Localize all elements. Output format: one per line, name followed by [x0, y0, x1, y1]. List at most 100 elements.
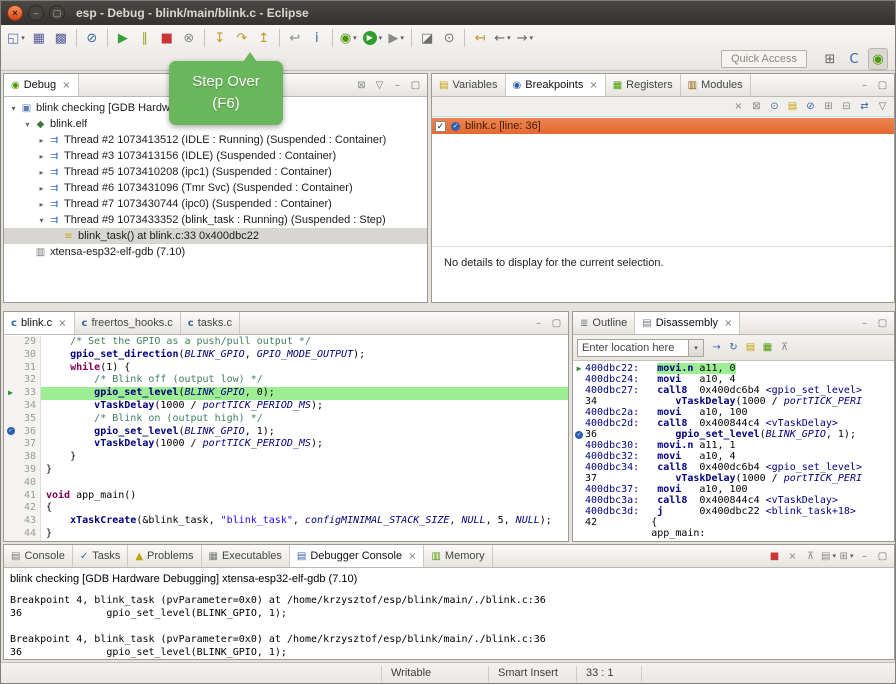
disconnect-icon[interactable]: ⊗: [179, 27, 199, 49]
disassembly-row[interactable]: 400dbc30: movi.n a11, 1: [573, 440, 894, 451]
annotation-margin[interactable]: [4, 438, 17, 451]
window-minimize-icon[interactable]: –: [28, 5, 44, 21]
search-icon[interactable]: ⊙: [439, 27, 459, 49]
disassembly-row[interactable]: 37 vTaskDelay(1000 / portTICK_PERI: [573, 473, 894, 484]
remove-breakpoint-icon[interactable]: ×: [730, 98, 747, 115]
window-close-icon[interactable]: ×: [7, 5, 23, 21]
dropdown-arrow-icon[interactable]: ▾: [832, 552, 836, 560]
dropdown-arrow-icon[interactable]: ▾: [507, 34, 511, 42]
quick-access-input[interactable]: Quick Access: [721, 50, 807, 68]
tab-variables[interactable]: ▤Variables: [432, 74, 506, 96]
line-number[interactable]: 39: [17, 464, 41, 477]
remove-console-icon[interactable]: ×: [784, 548, 801, 565]
maximize-icon[interactable]: ▢: [407, 77, 424, 94]
line-number[interactable]: 41: [17, 490, 41, 503]
annotation-margin[interactable]: [4, 362, 17, 375]
code-line[interactable]: ✓36 gpio_set_level(BLINK_GPIO, 1);: [4, 426, 568, 439]
open-console-icon[interactable]: ⊞▾: [838, 548, 855, 565]
disassembly-row[interactable]: 400dbc24: movi a10, 4: [573, 374, 894, 385]
suspend-icon[interactable]: ∥: [135, 27, 155, 49]
code-line[interactable]: 43 xTaskCreate(&blink_task, "blink_task"…: [4, 515, 568, 528]
code-line[interactable]: 42{: [4, 502, 568, 515]
forward-icon[interactable]: →▾: [515, 27, 535, 49]
tab-tasks[interactable]: ✓Tasks: [73, 545, 129, 567]
view-menu-icon[interactable]: ▽: [874, 98, 891, 115]
tab-tasks-c[interactable]: ctasks.c: [181, 312, 240, 334]
line-number[interactable]: 43: [17, 515, 41, 528]
tab-executables[interactable]: ▦Executables: [202, 545, 290, 567]
minimize-icon[interactable]: –: [856, 548, 873, 565]
collapse-arrow-icon[interactable]: ▾: [8, 104, 19, 113]
maximize-icon[interactable]: ▢: [548, 315, 565, 332]
expand-arrow-icon[interactable]: ▸: [36, 136, 47, 145]
minimize-icon[interactable]: –: [530, 315, 547, 332]
show-source-icon[interactable]: ▤: [742, 339, 759, 356]
code-line[interactable]: 39}: [4, 464, 568, 477]
save-icon[interactable]: ▦: [29, 27, 49, 49]
disassembly-row[interactable]: 42 {: [573, 517, 894, 528]
step-over-icon[interactable]: ↷: [232, 27, 252, 49]
code-line[interactable]: 34 vTaskDelay(1000 / portTICK_PERIOD_MS)…: [4, 400, 568, 413]
annotation-margin[interactable]: [4, 336, 17, 349]
code-line[interactable]: 40: [4, 477, 568, 490]
line-number[interactable]: 38: [17, 451, 41, 464]
code-line[interactable]: 41void app_main(): [4, 490, 568, 503]
dropdown-arrow-icon[interactable]: ▾: [530, 34, 534, 42]
annotation-margin[interactable]: [4, 451, 17, 464]
line-number[interactable]: 44: [17, 528, 41, 541]
breakpoint-icon[interactable]: ✓: [4, 426, 17, 439]
maximize-icon[interactable]: ▢: [874, 77, 891, 94]
line-number[interactable]: 35: [17, 413, 41, 426]
annotation-margin[interactable]: [4, 413, 17, 426]
debug-tree-row[interactable]: ≡blink_task() at blink.c:33 0x400dbc22: [4, 228, 427, 244]
expand-arrow-icon[interactable]: ▸: [36, 152, 47, 161]
show-breakpoints-supported-icon[interactable]: ⊙: [766, 98, 783, 115]
resume-icon[interactable]: ▶: [113, 27, 133, 49]
collapse-arrow-icon[interactable]: ▾: [22, 120, 33, 129]
disassembly-row[interactable]: 400dbc27: call8 0x400dc6b4 <gpio_set_lev…: [573, 385, 894, 396]
close-icon[interactable]: ×: [58, 318, 66, 329]
breakpoint-row[interactable]: ✓✓blink.c [line: 36]: [432, 118, 894, 134]
run-icon[interactable]: ▶▾: [361, 27, 385, 49]
annotation-margin[interactable]: [4, 400, 17, 413]
locate-pc-icon[interactable]: →: [708, 339, 725, 356]
minimize-icon[interactable]: –: [856, 315, 873, 332]
pin-console-icon[interactable]: ⊼: [802, 548, 819, 565]
line-number[interactable]: 34: [17, 400, 41, 413]
terminate-icon[interactable]: ■: [157, 27, 177, 49]
window-maximize-icon[interactable]: ▢: [49, 5, 65, 21]
expand-arrow-icon[interactable]: ▸: [36, 184, 47, 193]
code-line[interactable]: 31 while(1) {: [4, 362, 568, 375]
line-number[interactable]: 37: [17, 438, 41, 451]
debug-tree-row[interactable]: ▸⇉Thread #5 1073410208 (ipc1) (Suspended…: [4, 164, 427, 180]
back-icon[interactable]: ←▾: [492, 27, 512, 49]
debug-tree-row[interactable]: ▥xtensa-esp32-elf-gdb (7.10): [4, 244, 427, 260]
annotation-margin[interactable]: [4, 502, 17, 515]
disassembly-row[interactable]: 400dbc2d: call8 0x400844c4 <vTaskDelay>: [573, 418, 894, 429]
remove-all-breakpoints-icon[interactable]: ⊠: [748, 98, 765, 115]
code-line[interactable]: 29 /* Set the GPIO as a push/pull output…: [4, 336, 568, 349]
save-all-icon[interactable]: ▩: [51, 27, 71, 49]
pin-view-icon[interactable]: ⊼: [776, 339, 793, 356]
tab-modules[interactable]: ▥Modules: [681, 74, 751, 96]
tab-blink-c[interactable]: cblink.c×: [4, 312, 75, 334]
annotation-margin[interactable]: [4, 515, 17, 528]
line-number[interactable]: 29: [17, 336, 41, 349]
debug-perspective-icon[interactable]: ◉: [868, 48, 888, 70]
line-number[interactable]: 32: [17, 374, 41, 387]
skip-all-breakpoints-icon[interactable]: ⊘: [82, 27, 102, 49]
close-icon[interactable]: ×: [408, 551, 416, 562]
new-wizard-icon[interactable]: ◱▾: [5, 27, 27, 49]
dropdown-arrow-icon[interactable]: ▾: [353, 34, 357, 42]
line-number[interactable]: 40: [17, 477, 41, 490]
show-opcodes-icon[interactable]: ▦: [759, 339, 776, 356]
line-number[interactable]: 36: [17, 426, 41, 439]
tab-breakpoints[interactable]: ◉Breakpoints×: [506, 74, 606, 96]
code-line[interactable]: 37 vTaskDelay(1000 / portTICK_PERIOD_MS)…: [4, 438, 568, 451]
location-dropdown-icon[interactable]: ▾: [689, 339, 704, 357]
close-icon[interactable]: ×: [589, 80, 597, 91]
debug-tree-row[interactable]: ▸⇉Thread #7 1073430744 (ipc0) (Suspended…: [4, 196, 427, 212]
close-icon[interactable]: ×: [62, 80, 70, 91]
tab-outline[interactable]: ≣Outline: [573, 312, 635, 334]
tab-disassembly[interactable]: ▤Disassembly×: [635, 312, 740, 334]
